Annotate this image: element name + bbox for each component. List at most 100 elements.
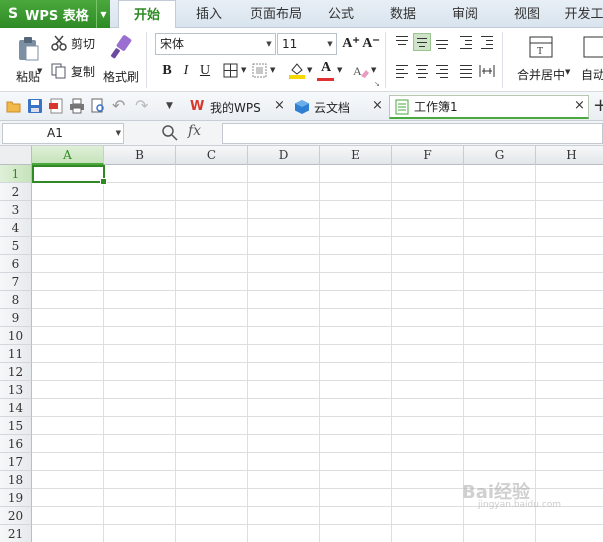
grid-cell[interactable]	[32, 183, 104, 201]
grid-cell[interactable]	[392, 507, 464, 525]
grid-cell[interactable]	[104, 525, 176, 542]
chevron-down-icon[interactable]: ▼	[337, 66, 342, 74]
grid-cell[interactable]	[104, 309, 176, 327]
close-icon[interactable]: ×	[372, 98, 383, 113]
tab-developer[interactable]: 开发工	[564, 0, 603, 28]
grid-cell[interactable]	[176, 363, 248, 381]
tab-page-layout[interactable]: 页面布局	[244, 0, 308, 28]
merge-center-button[interactable]: T 合并居中	[510, 32, 572, 90]
row-header[interactable]: 17	[0, 453, 32, 471]
grid-cell[interactable]	[176, 381, 248, 399]
grid-cell[interactable]	[392, 291, 464, 309]
undo-icon[interactable]: ↶	[112, 98, 128, 114]
grid-cell[interactable]	[392, 489, 464, 507]
grid-cell[interactable]	[104, 327, 176, 345]
grid-cell[interactable]	[104, 345, 176, 363]
grid-cell[interactable]	[32, 435, 104, 453]
format-painter-button[interactable]: 格式刷	[101, 32, 141, 90]
row-header[interactable]: 1	[0, 165, 32, 183]
grid-cell[interactable]	[320, 165, 392, 183]
grid-cell[interactable]	[32, 201, 104, 219]
borders-icon[interactable]	[222, 62, 240, 80]
row-header[interactable]: 14	[0, 399, 32, 417]
grid-cell[interactable]	[248, 291, 320, 309]
grid-cell[interactable]	[536, 345, 603, 363]
tab-view[interactable]: 视图	[504, 0, 550, 28]
paste-dropdown-icon[interactable]: ▼	[37, 67, 42, 75]
doc-tab-workbook1[interactable]: 工作簿1	[389, 95, 589, 119]
grid-cell[interactable]	[464, 417, 536, 435]
grid-cell[interactable]	[536, 363, 603, 381]
grid-cell[interactable]	[104, 453, 176, 471]
grid-cell[interactable]	[248, 363, 320, 381]
tab-formulas[interactable]: 公式	[318, 0, 364, 28]
column-header[interactable]: D	[248, 146, 320, 165]
grid-cell[interactable]	[464, 219, 536, 237]
grid-cell[interactable]	[536, 165, 603, 183]
align-middle-icon[interactable]	[413, 33, 431, 51]
grid-cell[interactable]	[320, 309, 392, 327]
grid-cell[interactable]	[392, 435, 464, 453]
align-left-icon[interactable]	[393, 62, 411, 80]
grid-cell[interactable]	[392, 381, 464, 399]
grid-cell[interactable]	[32, 309, 104, 327]
grid-cell[interactable]	[248, 507, 320, 525]
grid-cell[interactable]	[392, 237, 464, 255]
row-header[interactable]: 16	[0, 435, 32, 453]
grid-cell[interactable]	[464, 453, 536, 471]
font-dialog-launcher-icon[interactable]: ↘	[374, 80, 380, 88]
grid-cell[interactable]	[176, 345, 248, 363]
grid-cell[interactable]	[104, 417, 176, 435]
grid-cell[interactable]	[104, 273, 176, 291]
grid-cell[interactable]	[248, 435, 320, 453]
decrease-indent-icon[interactable]	[457, 33, 475, 51]
row-header[interactable]: 20	[0, 507, 32, 525]
grid-cell[interactable]	[248, 381, 320, 399]
grid-cell[interactable]	[104, 255, 176, 273]
grid-cell[interactable]	[320, 345, 392, 363]
grid-cell[interactable]	[32, 525, 104, 542]
row-header[interactable]: 2	[0, 183, 32, 201]
grid-cell[interactable]	[320, 453, 392, 471]
grid-cell[interactable]	[32, 381, 104, 399]
row-header[interactable]: 21	[0, 525, 32, 542]
grid-cell[interactable]	[536, 399, 603, 417]
grid-cell[interactable]	[176, 201, 248, 219]
grid-cell[interactable]	[320, 399, 392, 417]
grid-cell[interactable]	[248, 183, 320, 201]
grid-cell[interactable]	[248, 525, 320, 542]
app-menu-button[interactable]: S WPS 表格 ▼	[0, 0, 110, 28]
grid-cell[interactable]	[464, 183, 536, 201]
grid-cell[interactable]	[464, 327, 536, 345]
zoom-search-icon[interactable]	[161, 124, 179, 142]
grid-cell[interactable]	[392, 183, 464, 201]
grid-cell[interactable]	[32, 291, 104, 309]
grid-cell[interactable]	[104, 165, 176, 183]
chevron-down-icon[interactable]: ▼	[565, 68, 570, 76]
save-icon[interactable]	[27, 98, 43, 114]
grid-cell[interactable]	[392, 201, 464, 219]
grid-cell[interactable]	[176, 273, 248, 291]
grid-cell[interactable]	[536, 219, 603, 237]
grid-cell[interactable]	[392, 345, 464, 363]
grid-cell[interactable]	[536, 273, 603, 291]
close-icon[interactable]: ×	[574, 98, 585, 113]
cut-button[interactable]: 剪切	[51, 34, 95, 52]
grid-cell[interactable]	[176, 453, 248, 471]
name-box[interactable]: A1 ▼	[2, 123, 124, 144]
grid-cell[interactable]	[32, 273, 104, 291]
align-bottom-icon[interactable]	[433, 33, 451, 51]
chevron-down-icon[interactable]: ▼	[371, 66, 376, 74]
column-header[interactable]: C	[176, 146, 248, 165]
grid-cell[interactable]	[536, 255, 603, 273]
grid-cell[interactable]	[320, 381, 392, 399]
print-icon[interactable]	[69, 98, 85, 114]
grid-cell[interactable]	[464, 237, 536, 255]
grid-cell[interactable]	[320, 417, 392, 435]
grid-cell[interactable]	[104, 435, 176, 453]
underline-button[interactable]: U	[196, 62, 214, 80]
tab-insert[interactable]: 插入	[184, 0, 234, 28]
grid-cell[interactable]	[176, 165, 248, 183]
font-color-icon[interactable]: A	[317, 59, 335, 77]
row-header[interactable]: 15	[0, 417, 32, 435]
